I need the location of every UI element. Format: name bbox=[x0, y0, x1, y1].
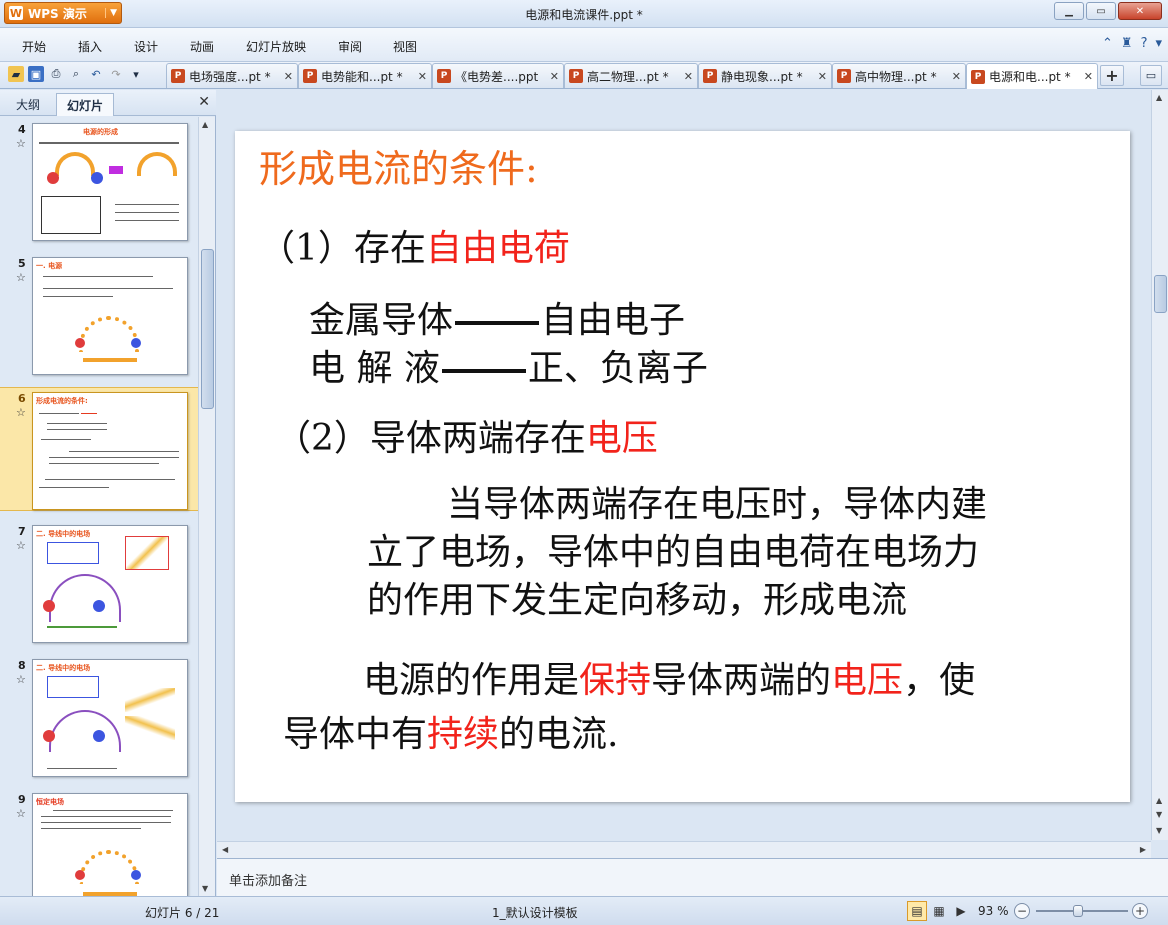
slide-thumbnail-item[interactable]: 7 ☆ 二. 导线中的电场 bbox=[0, 521, 198, 645]
close-panel-icon[interactable]: ✕ bbox=[198, 94, 210, 110]
explanation-line-2[interactable]: 立了电场，导体中的自由电荷在电场力 bbox=[367, 531, 979, 574]
ppt-file-icon: P bbox=[303, 69, 317, 83]
slide-thumbnail[interactable]: 一. 电源 bbox=[32, 257, 188, 375]
slide-heading[interactable]: 形成电流的条件: bbox=[259, 147, 538, 193]
tab-document-3[interactable]: P 《电势差....ppt ✕ bbox=[432, 63, 564, 88]
slide-editor: 形成电流的条件: （1）存在自由电荷 金属导体 自由电子 电 解 液正、负离子 （… bbox=[217, 90, 1168, 858]
animation-star-icon: ☆ bbox=[16, 673, 26, 686]
editor-horizontal-scrollbar[interactable]: ◀ ▶ bbox=[217, 841, 1151, 858]
zoom-out-button[interactable]: − bbox=[1014, 903, 1030, 919]
tab-document-1[interactable]: P 电场强度...pt * ✕ bbox=[166, 63, 298, 88]
slides-panel-scrollbar[interactable]: ▲ ▼ bbox=[198, 117, 215, 896]
close-window-button[interactable]: ✕ bbox=[1118, 2, 1162, 20]
ppt-file-icon: P bbox=[703, 69, 717, 83]
slide-thumbnail[interactable]: 恒定电场 bbox=[32, 793, 188, 896]
slide-thumbnail[interactable]: 电源的形成 bbox=[32, 123, 188, 241]
notes-pane[interactable]: 单击添加备注 bbox=[217, 858, 1168, 896]
menu-review[interactable]: 审阅 bbox=[338, 38, 362, 55]
animation-star-icon: ☆ bbox=[16, 406, 26, 419]
explanation-line-1[interactable]: 当导体两端存在电压时，导体内建 bbox=[447, 483, 987, 526]
slide-thumbnail[interactable]: 形成电流的条件: bbox=[32, 392, 188, 510]
slide-sorter-view-icon[interactable]: ▦ bbox=[929, 901, 949, 921]
menu-design[interactable]: 设计 bbox=[134, 38, 158, 55]
tab-document-7-active[interactable]: P 电源和电...pt * ✕ bbox=[966, 63, 1098, 89]
tab-document-2[interactable]: P 电势能和...pt * ✕ bbox=[298, 63, 432, 88]
ppt-file-icon: P bbox=[837, 69, 851, 83]
slideshow-view-icon[interactable]: ▶ bbox=[951, 901, 971, 921]
print-preview-icon[interactable]: ⌕ bbox=[68, 66, 84, 82]
new-tab-button[interactable]: + bbox=[1100, 65, 1124, 86]
minimize-button[interactable]: ▁ bbox=[1054, 2, 1084, 20]
design-template-name[interactable]: 1_默认设计模板 bbox=[492, 904, 578, 921]
slide-thumbnail[interactable]: 二. 导线中的电场 bbox=[32, 659, 188, 777]
close-tab-icon[interactable]: ✕ bbox=[818, 70, 827, 83]
slide-thumbnail-item[interactable]: 9 ☆ 恒定电场 bbox=[0, 789, 198, 896]
current-slide[interactable]: 形成电流的条件: （1）存在自由电荷 金属导体 自由电子 电 解 液正、负离子 （… bbox=[235, 131, 1130, 802]
metal-conductor-line[interactable]: 金属导体 自由电子 bbox=[309, 299, 685, 342]
close-tab-icon[interactable]: ✕ bbox=[952, 70, 961, 83]
collapse-ribbon-icon[interactable]: ⌃ bbox=[1102, 36, 1113, 51]
close-tab-icon[interactable]: ✕ bbox=[284, 70, 293, 83]
help-icon[interactable]: ? bbox=[1141, 36, 1148, 51]
menu-insert[interactable]: 插入 bbox=[78, 38, 102, 55]
window-title: 电源和电流课件.ppt * bbox=[525, 8, 643, 22]
ppt-file-icon: P bbox=[971, 69, 985, 84]
power-source-role-line-1[interactable]: 电源的作用是保持导体两端的电压，使 bbox=[363, 659, 975, 702]
close-tab-icon[interactable]: ✕ bbox=[1084, 70, 1093, 83]
animation-star-icon: ☆ bbox=[16, 539, 26, 552]
tab-document-5[interactable]: P 静电现象...pt * ✕ bbox=[698, 63, 832, 88]
menu-home[interactable]: 开始 bbox=[22, 38, 46, 55]
customize-toolbar-icon[interactable]: ▾ bbox=[128, 66, 144, 82]
open-folder-icon[interactable]: ▰ bbox=[8, 66, 24, 82]
close-tab-icon[interactable]: ✕ bbox=[418, 70, 427, 83]
scrollbar-thumb[interactable] bbox=[1154, 275, 1167, 313]
redo-icon[interactable]: ↷ bbox=[108, 66, 124, 82]
tab-document-4[interactable]: P 高二物理...pt * ✕ bbox=[564, 63, 698, 88]
save-icon[interactable]: ▣ bbox=[28, 66, 44, 82]
print-icon[interactable]: ⎙ bbox=[48, 66, 64, 82]
notes-placeholder[interactable]: 单击添加备注 bbox=[229, 870, 307, 889]
slide-thumbnail[interactable]: 二. 导线中的电场 bbox=[32, 525, 188, 643]
slide-thumbnail-item[interactable]: 5 ☆ 一. 电源 bbox=[0, 253, 198, 377]
menu-slideshow[interactable]: 幻灯片放映 bbox=[246, 38, 306, 55]
slide-counter: 幻灯片 6 / 21 bbox=[145, 906, 220, 920]
undo-icon[interactable]: ↶ bbox=[88, 66, 104, 82]
condition-2[interactable]: （2）导体两端存在电压 bbox=[275, 417, 658, 460]
skin-shirt-icon[interactable]: ♜ bbox=[1121, 36, 1133, 51]
close-tab-icon[interactable]: ✕ bbox=[684, 70, 693, 83]
ppt-file-icon: P bbox=[437, 69, 451, 83]
normal-view-icon[interactable]: ▤ bbox=[907, 901, 927, 921]
slide-thumbnail-item[interactable]: 4 ☆ 电源的形成 bbox=[0, 119, 198, 243]
tab-document-6[interactable]: P 高中物理...pt * ✕ bbox=[832, 63, 966, 88]
menu-animation[interactable]: 动画 bbox=[190, 38, 214, 55]
zoom-slider-handle[interactable] bbox=[1073, 905, 1084, 917]
menu-bar: 开始 插入 设计 动画 幻灯片放映 审阅 视图 ⌃ ♜ ? ▾ bbox=[0, 28, 1168, 62]
animation-star-icon: ☆ bbox=[16, 137, 26, 150]
explanation-line-3[interactable]: 的作用下发生定向移动，形成电流 bbox=[367, 579, 907, 622]
tab-outline[interactable]: 大纲 bbox=[6, 93, 50, 116]
zoom-level[interactable]: 93 % bbox=[978, 904, 1009, 918]
editor-vertical-scrollbar[interactable]: ▲ ▲ ▼ ▼ bbox=[1151, 90, 1168, 840]
close-tab-icon[interactable]: ✕ bbox=[550, 70, 559, 83]
status-bar: 幻灯片 6 / 21 1_默认设计模板 ▤ ▦ ▶ 93 % − + bbox=[0, 896, 1168, 925]
power-source-role-line-2[interactable]: 导体中有持续的电流. bbox=[283, 713, 618, 756]
zoom-in-button[interactable]: + bbox=[1132, 903, 1148, 919]
slides-panel: 大纲 幻灯片 ✕ 4 ☆ 电源的形成 5 ☆ 一. 电源 6 ☆ 形成电流的条件… bbox=[0, 90, 216, 896]
slide-thumbnail-item[interactable]: 8 ☆ 二. 导线中的电场 bbox=[0, 655, 198, 779]
slide-thumbnail-item-selected[interactable]: 6 ☆ 形成电流的条件: bbox=[0, 387, 198, 511]
electrolyte-line[interactable]: 电 解 液正、负离子 bbox=[309, 347, 708, 390]
menu-view[interactable]: 视图 bbox=[393, 38, 417, 55]
tab-slides[interactable]: 幻灯片 bbox=[56, 93, 115, 116]
more-options-icon[interactable]: ▾ bbox=[1155, 36, 1162, 51]
tab-list-icon[interactable]: ▭ bbox=[1140, 65, 1162, 86]
animation-star-icon: ☆ bbox=[16, 807, 26, 820]
maximize-button[interactable]: ▭ bbox=[1086, 2, 1116, 20]
condition-1[interactable]: （1）存在自由电荷 bbox=[259, 227, 570, 270]
title-bar: W WPS 演示 ▼ 电源和电流课件.ppt * ▁ ▭ ✕ bbox=[0, 0, 1168, 28]
animation-star-icon: ☆ bbox=[16, 271, 26, 284]
ppt-file-icon: P bbox=[171, 69, 185, 83]
scrollbar-thumb[interactable] bbox=[201, 249, 214, 409]
tab-bar: ▰ ▣ ⎙ ⌕ ↶ ↷ ▾ P 电场强度...pt * ✕ P 电势能和...p… bbox=[0, 62, 1168, 89]
ppt-file-icon: P bbox=[569, 69, 583, 83]
